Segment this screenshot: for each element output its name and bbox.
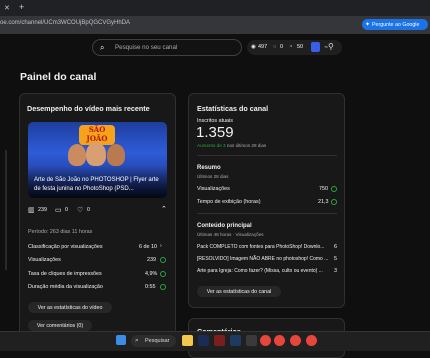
thumb-figure <box>107 144 125 166</box>
ask-google-button[interactable]: ✦ Pergunte ao Google <box>362 19 428 30</box>
top-content-title: Conteúdo principal <box>197 223 252 229</box>
row-value: 6 de 10 <box>139 244 157 250</box>
pdf-icon[interactable] <box>214 335 225 346</box>
scrollbar[interactable] <box>5 150 7 270</box>
account-icon[interactable]: ⚲ <box>328 42 334 51</box>
channel-analytics-button[interactable]: Ver as estatísticas do canal <box>197 286 281 297</box>
photoshop-icon[interactable] <box>198 335 209 346</box>
analytics-icon: ▥ <box>28 207 35 214</box>
top-content-value: 3 <box>334 268 337 274</box>
summary-label: Tempo de exibição (horas) <box>197 199 261 205</box>
chevron-right-icon: › <box>160 243 162 249</box>
check-icon <box>331 199 337 205</box>
divider <box>197 213 337 214</box>
thumb-figure <box>86 142 106 166</box>
subs-count: 50 <box>297 44 304 50</box>
top-content-item[interactable]: Arte para Igreja: Como fazer? (Missa, cu… <box>197 268 323 274</box>
app-icon[interactable] <box>246 335 257 346</box>
like-icon: ♡ <box>77 207 84 214</box>
check-icon <box>160 271 166 277</box>
comments-count: 0 <box>280 44 284 50</box>
taskbar-search-label: Pesquisar <box>145 338 170 344</box>
chrome-icon[interactable] <box>306 335 317 346</box>
subscriber-icon: ◔ <box>289 44 293 50</box>
chevron-up-icon[interactable]: ⌃ <box>161 205 167 213</box>
url-text[interactable]: oe.com/channel/UCm3WCOUjBpQGCVGyHhDA <box>0 20 130 26</box>
video-thumbnail[interactable]: SÃO JOÃO Arte de São João no PHOTOSHOP |… <box>28 122 167 198</box>
windows-start-icon[interactable] <box>116 335 126 345</box>
row-label: Visualizações <box>28 257 61 263</box>
search-icon: ⌕ <box>100 43 105 52</box>
latest-video-title: Desempenho do vídeo mais recente <box>27 104 150 113</box>
summary-value: 21,3 <box>318 199 329 205</box>
channel-search-input[interactable]: ⌕ Pesquise no seu canal <box>92 39 242 56</box>
create-icon[interactable] <box>311 42 320 52</box>
close-tab-icon[interactable]: ✕ <box>4 4 10 12</box>
video-views: 239 <box>38 207 47 213</box>
chrome-icon[interactable] <box>290 335 301 346</box>
row-label: Classificação por visualizações <box>28 244 103 250</box>
top-content-value: 6 <box>334 244 337 250</box>
divider <box>197 155 337 156</box>
summary-label: Visualizações <box>197 186 230 192</box>
summary-subtitle: Últimos 28 dias <box>197 174 229 179</box>
view-comments-button[interactable]: Ver comentários (0) <box>28 320 92 331</box>
top-content-item[interactable]: Pack COMPLETO com fontes para PhotoShop!… <box>197 244 324 250</box>
sparkle-icon: ✦ <box>365 22 371 28</box>
eye-icon: ◉ <box>251 44 256 50</box>
comment-icon: ▭ <box>55 207 62 214</box>
ask-google-label: Pergunte ao Google <box>372 21 420 28</box>
browser-tab-bar: ✕ + <box>0 0 430 16</box>
subs-delta: Aumento de 3 nos últimos 28 dias <box>197 143 267 148</box>
video-likes: 0 <box>87 207 90 213</box>
new-tab-button[interactable]: + <box>19 2 24 12</box>
row-label: Duração média da visualização <box>28 284 103 290</box>
row-label: Taxa de cliques de impressões <box>28 271 102 277</box>
summary-title: Resumo <box>197 165 221 171</box>
video-title: Arte de São João no PHOTOSHOP | Flyer ar… <box>34 177 159 192</box>
top-content-subtitle: Últimas 48 horas · Visualizações <box>197 232 264 237</box>
top-content-value: 5 <box>334 256 337 262</box>
video-analytics-button[interactable]: Ver as estatísticas do vídeo <box>28 302 112 313</box>
subs-value: 1.359 <box>196 124 234 141</box>
app-icon[interactable] <box>230 335 241 346</box>
check-icon <box>160 257 166 263</box>
summary-value: 750 <box>319 186 328 192</box>
row-value: 0:55 <box>145 284 156 290</box>
check-icon <box>160 284 166 290</box>
video-comments: 0 <box>65 207 68 213</box>
comment-icon: ◌ <box>273 44 277 50</box>
views-count: 497 <box>258 44 268 50</box>
search-icon: ⌕ <box>135 337 139 344</box>
chrome-icon[interactable] <box>260 335 271 346</box>
chrome-icon[interactable] <box>274 335 285 346</box>
file-explorer-icon[interactable] <box>182 335 193 346</box>
search-placeholder: Pesquise no seu canal <box>115 44 178 51</box>
taskbar-search[interactable]: ⌕ Pesquisar <box>131 335 176 347</box>
row-value: 4,9% <box>145 271 158 277</box>
thumb-figure <box>68 144 86 166</box>
channel-stats-title: Estatísticas do canal <box>197 104 269 113</box>
top-content-item[interactable]: [RESOLVIDO] Imagem NÃO ABRE no photoshop… <box>197 256 328 262</box>
page-title: Painel do canal <box>20 71 97 83</box>
check-icon <box>331 186 337 192</box>
period-label: Período: 263 dias 11 horas <box>28 229 93 235</box>
row-value: 239 <box>147 257 156 263</box>
